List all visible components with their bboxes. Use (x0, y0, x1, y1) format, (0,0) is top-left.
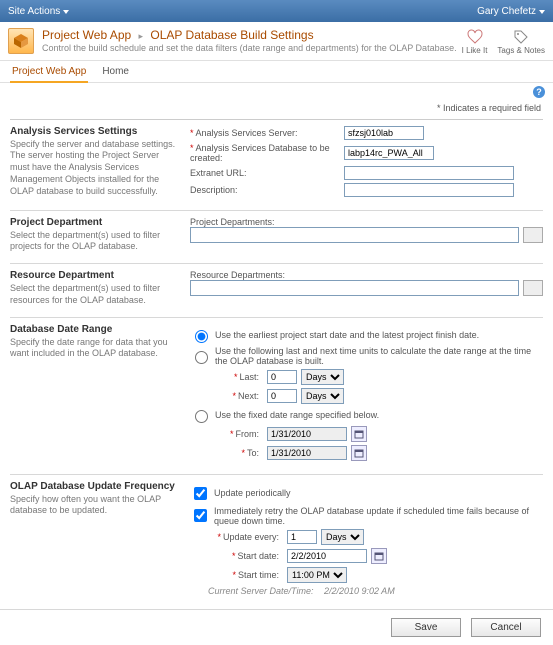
next-input[interactable] (267, 389, 297, 403)
section-desc: Specify the server and database settings… (10, 139, 180, 197)
footer-buttons: Save Cancel (0, 609, 553, 645)
to-date-picker-button[interactable] (351, 445, 367, 461)
breadcrumb: Project Web App ▸ OLAP Database Build Se… (42, 28, 462, 42)
page-header: Project Web App ▸ OLAP Database Build Se… (0, 22, 553, 61)
section-project-department: Project Department Select the department… (10, 210, 543, 263)
breadcrumb-root[interactable]: Project Web App (42, 28, 131, 42)
label-analysis-server: Analysis Services Server: (196, 128, 298, 138)
last-unit-select[interactable]: Days (301, 369, 344, 385)
section-desc: Select the department(s) used to filter … (10, 230, 180, 253)
user-menu[interactable]: Gary Chefetz (477, 6, 545, 17)
analysis-server-input[interactable] (344, 126, 424, 140)
analysis-db-input[interactable] (344, 146, 434, 160)
save-button[interactable]: Save (391, 618, 461, 637)
label-start-time: Start time: (238, 570, 279, 580)
help-icon[interactable]: ? (533, 86, 545, 98)
radio-fixed-range[interactable] (195, 410, 208, 423)
start-date-input[interactable] (287, 549, 367, 563)
start-date-picker-button[interactable] (371, 548, 387, 564)
chevron-down-icon (539, 10, 545, 14)
section-date-range: Database Date Range Specify the date ran… (10, 317, 543, 474)
resource-departments-input[interactable] (190, 280, 519, 296)
tab-bar: Project Web App Home (0, 61, 553, 83)
label-description: Description: (190, 185, 340, 195)
label-analysis-db: Analysis Services Database to be created… (190, 143, 330, 163)
tag-icon (512, 28, 530, 46)
heart-icon (466, 28, 484, 46)
section-title: OLAP Database Update Frequency (10, 481, 180, 492)
page-icon (8, 28, 34, 54)
section-title: Analysis Services Settings (10, 126, 180, 137)
section-analysis-services: Analysis Services Settings Specify the s… (10, 119, 543, 210)
label-next: Next: (238, 391, 259, 401)
cube-icon (13, 33, 29, 49)
description-input[interactable] (344, 183, 514, 197)
label-update-periodically: Update periodically (214, 488, 291, 498)
like-button[interactable]: I Like It (462, 28, 488, 56)
label-update-every: Update every: (223, 532, 279, 542)
tab-home[interactable]: Home (100, 63, 131, 82)
section-update-frequency: OLAP Database Update Frequency Specify h… (10, 474, 543, 609)
next-unit-select[interactable]: Days (301, 388, 344, 404)
page-title: OLAP Database Build Settings (150, 28, 313, 42)
label-project-departments: Project Departments: (190, 217, 543, 227)
last-input[interactable] (267, 370, 297, 384)
label-from: From: (236, 429, 260, 439)
label-to: To: (247, 448, 259, 458)
checkbox-retry-on-fail[interactable] (194, 509, 207, 522)
section-resource-department: Resource Department Select the departmen… (10, 263, 543, 316)
section-title: Resource Department (10, 270, 180, 281)
cancel-button[interactable]: Cancel (471, 618, 541, 637)
breadcrumb-separator-icon: ▸ (139, 31, 144, 41)
chevron-down-icon (63, 10, 69, 14)
section-desc: Specify how often you want the OLAP data… (10, 494, 180, 517)
label-server-time: Current Server Date/Time: (208, 586, 313, 596)
site-actions-menu[interactable]: Site Actions (8, 6, 69, 17)
section-desc: Select the department(s) used to filter … (10, 283, 180, 306)
radio-earliest-latest[interactable] (195, 330, 208, 343)
label-radio-last-next-units: Use the following last and next time uni… (215, 346, 543, 366)
resource-departments-picker-button[interactable] (523, 280, 543, 296)
label-last: Last: (239, 372, 259, 382)
calendar-icon (354, 429, 364, 439)
calendar-icon (374, 551, 384, 561)
label-resource-departments: Resource Departments: (190, 270, 543, 280)
from-date-picker-button[interactable] (351, 426, 367, 442)
tab-project-web-app[interactable]: Project Web App (10, 63, 88, 83)
server-time-value: 2/2/2010 9:02 AM (324, 586, 395, 596)
calendar-icon (354, 448, 364, 458)
checkbox-update-periodically[interactable] (194, 487, 207, 500)
ribbon-topbar: Site Actions Gary Chefetz (0, 0, 553, 22)
start-time-select[interactable]: 11:00 PM (287, 567, 347, 583)
section-title: Project Department (10, 217, 180, 228)
label-start-date: Start date: (237, 551, 279, 561)
tags-notes-button[interactable]: Tags & Notes (497, 28, 545, 56)
label-retry-on-fail: Immediately retry the OLAP database upda… (214, 506, 543, 526)
to-date-input[interactable] (267, 446, 347, 460)
project-departments-picker-button[interactable] (523, 227, 543, 243)
label-radio-fixed-range: Use the fixed date range specified below… (215, 410, 379, 420)
section-desc: Specify the date range for data that you… (10, 337, 180, 360)
radio-last-next-units[interactable] (195, 351, 208, 364)
label-radio-earliest-latest: Use the earliest project start date and … (215, 330, 479, 340)
page-subtitle: Control the build schedule and set the d… (42, 43, 462, 53)
from-date-input[interactable] (267, 427, 347, 441)
required-field-note: * Indicates a required field (0, 101, 553, 119)
project-departments-input[interactable] (190, 227, 519, 243)
update-every-input[interactable] (287, 530, 317, 544)
section-title: Database Date Range (10, 324, 180, 335)
extranet-url-input[interactable] (344, 166, 514, 180)
update-every-unit-select[interactable]: Days (321, 529, 364, 545)
label-extranet-url: Extranet URL: (190, 168, 340, 178)
